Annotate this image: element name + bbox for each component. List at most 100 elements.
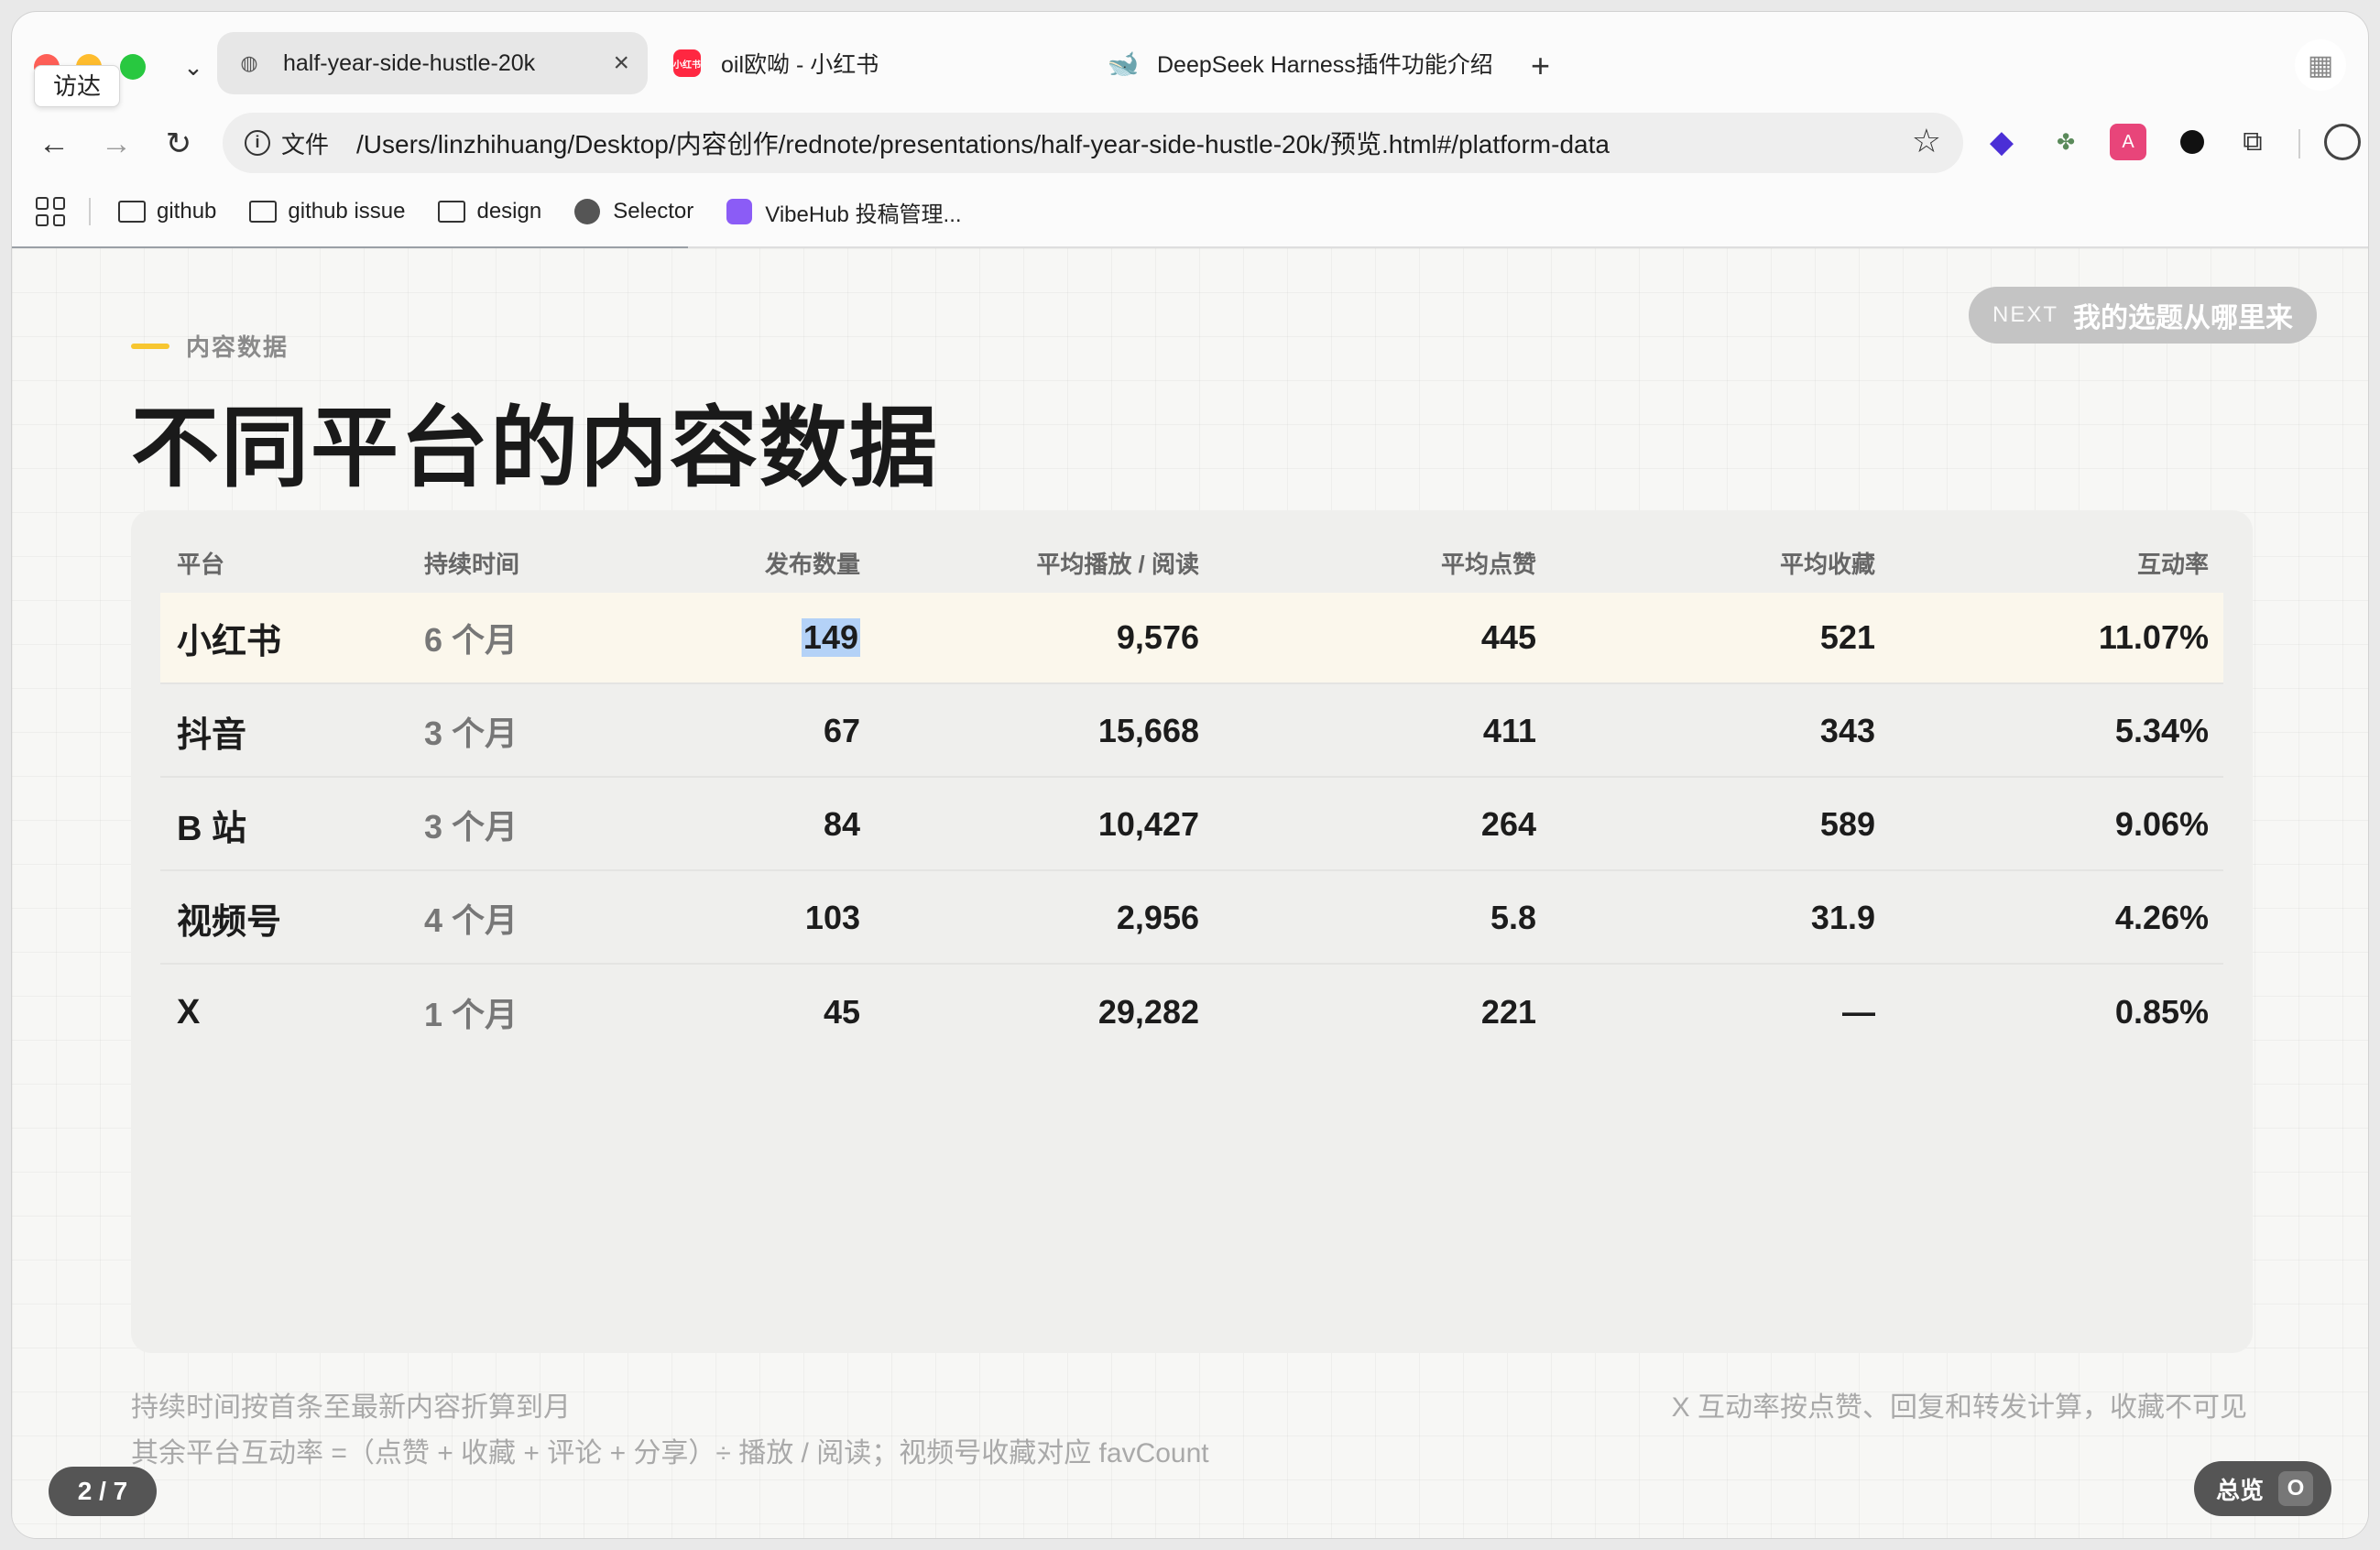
tab-deepseek-harness[interactable]: 🐋 DeepSeek Harness插件功能介绍 - [1091, 32, 1512, 94]
bookmark-selector[interactable]: Selector [574, 199, 693, 224]
zoom-window-button[interactable] [120, 54, 146, 80]
xiaohongshu-icon: 小红书 [673, 49, 701, 77]
bookmark-star-icon[interactable]: ☆ [1912, 122, 1941, 160]
tab-title: DeepSeek Harness插件功能介绍 - [1157, 52, 1494, 78]
cell-likes: 5.8 [1490, 899, 1536, 936]
header-platform: 平台 [177, 550, 225, 578]
table-row: 小红书 6 个月 149 9,576 445 521 11.07% [160, 593, 2223, 684]
next-slide-button[interactable]: NEXT 我的选题从哪里来 [1968, 287, 2317, 344]
header-posts: 发布数量 [764, 550, 860, 578]
header-rate: 互动率 [2136, 550, 2209, 578]
header-views: 平均播放 / 阅读 [1036, 550, 1199, 578]
bookmark-github-issue[interactable]: github issue [249, 199, 405, 224]
globe-icon [574, 199, 601, 224]
finder-tooltip: 访达 [34, 65, 121, 107]
extensions-puzzle-icon[interactable]: ⧉ [2234, 124, 2271, 160]
cell-saves: 343 [1819, 712, 1875, 749]
address-bar[interactable]: i 文件 /Users/linzhihuang/Desktop/内容创作/red… [223, 113, 1963, 173]
bookmark-label: github issue [288, 199, 406, 224]
extension-puzzle-green-icon[interactable]: ✤ [2047, 124, 2084, 160]
cell-saves: 31.9 [1810, 899, 1875, 936]
cell-duration: 3 个月 [424, 715, 519, 752]
slide: 内容数据 不同平台的内容数据 NEXT 我的选题从哪里来 平台 持续时间 发布数… [12, 248, 2368, 1538]
folder-icon [118, 201, 146, 223]
table-row: 视频号 4 个月 103 2,956 5.8 31.9 4.26% [160, 873, 2223, 965]
cell-rate: 9.06% [2114, 805, 2209, 843]
folder-icon [249, 201, 278, 223]
overview-button[interactable]: 总览 O [2193, 1461, 2331, 1516]
page-title: 不同平台的内容数据 [131, 399, 939, 497]
bookmark-label: Selector [613, 199, 694, 224]
section-eyebrow: 内容数据 [131, 329, 289, 363]
overview-label: 总览 [2215, 1476, 2264, 1504]
cell-views: 2,956 [1116, 899, 1199, 936]
bookmark-label: design [476, 199, 542, 224]
footnote-duration: 持续时间按首条至最新内容折算到月 [131, 1392, 571, 1423]
cell-posts: 149 [801, 593, 860, 682]
tab-half-year-side-hustle[interactable]: ◍ half-year-side-hustle-20k × [217, 32, 648, 94]
extension-diamond-icon[interactable]: ◆ [1983, 124, 2020, 160]
bookmark-vibehub[interactable]: VibeHub 投稿管理... [726, 196, 962, 228]
tab-search-chevron-down-icon[interactable]: ⌄ [175, 49, 212, 85]
cell-views: 15,668 [1097, 712, 1199, 749]
toolbar-divider [2298, 129, 2300, 158]
bookmark-label: github [157, 199, 217, 224]
table-row: 抖音 3 个月 67 15,668 411 343 5.34% [160, 686, 2223, 778]
header-duration: 持续时间 [424, 550, 520, 578]
cell-likes: 411 [1482, 712, 1536, 749]
platform-data-table: 平台 持续时间 发布数量 平均播放 / 阅读 平均点赞 平均收藏 互动率 小红书… [131, 510, 2253, 1353]
selected-text[interactable]: 149 [801, 618, 860, 657]
cell-rate: 4.26% [2114, 899, 2209, 936]
cell-views: 9,576 [1116, 618, 1199, 656]
cell-rate: 0.85% [2114, 993, 2209, 1031]
table-header: 平台 持续时间 发布数量 平均播放 / 阅读 平均点赞 平均收藏 互动率 [160, 538, 2223, 587]
eyebrow-accent-bar [131, 343, 169, 349]
apps-grid-icon[interactable] [36, 197, 65, 226]
bookmark-design[interactable]: design [438, 199, 541, 224]
header-likes: 平均点赞 [1440, 550, 1536, 578]
tab-title: half-year-side-hustle-20k [283, 49, 536, 76]
cell-posts: 103 [804, 899, 860, 936]
tab-xiaohongshu[interactable]: 小红书 oil欧呦 - 小红书 [655, 32, 1058, 94]
bookmark-label: VibeHub 投稿管理... [765, 202, 962, 227]
new-tab-plus-icon[interactable]: + [1531, 47, 1550, 85]
toolbar: ← → ↻ i 文件 /Users/linzhihuang/Desktop/内容… [12, 109, 2368, 179]
extension-translate-icon[interactable]: A [2110, 124, 2146, 160]
url-text[interactable]: /Users/linzhihuang/Desktop/内容创作/rednote/… [356, 125, 1610, 161]
cell-duration: 6 个月 [424, 621, 519, 659]
cell-views: 29,282 [1097, 993, 1199, 1031]
eyebrow-label: 内容数据 [186, 333, 289, 361]
deepseek-icon: 🐋 [1107, 49, 1140, 78]
bookmarks-divider [89, 198, 91, 225]
globe-icon: ◍ [240, 51, 258, 74]
tab-strip: 访达 ⌄ ◍ half-year-side-hustle-20k × 小红书 o… [12, 12, 2368, 107]
cell-platform: 小红书 [177, 622, 282, 661]
overview-shortcut-key: O [2278, 1471, 2313, 1506]
table-row: B 站 3 个月 84 10,427 264 589 9.06% [160, 780, 2223, 871]
cell-duration: 4 个月 [424, 901, 519, 939]
cell-rate: 5.34% [2114, 712, 2209, 749]
forward-arrow-icon[interactable]: → [94, 122, 138, 166]
vibehub-icon [726, 199, 753, 224]
header-saves: 平均收藏 [1779, 550, 1875, 578]
back-arrow-icon[interactable]: ← [32, 122, 76, 166]
cell-saves: 521 [1819, 618, 1875, 656]
table-row: X 1 个月 45 29,282 221 — 0.85% [160, 966, 2223, 1058]
cell-likes: 264 [1480, 805, 1536, 843]
cell-likes: 445 [1480, 618, 1536, 656]
next-label: 我的选题从哪里来 [2073, 303, 2293, 333]
reload-icon[interactable]: ↻ [157, 122, 201, 166]
profile-avatar-icon[interactable] [2324, 124, 2361, 160]
cell-duration: 3 个月 [424, 808, 519, 846]
bookmark-github[interactable]: github [118, 199, 216, 224]
cell-platform: 抖音 [177, 715, 247, 755]
bookmarks-bar: github github issue design Selector Vibe… [12, 186, 2368, 237]
extension-dark-circle-icon[interactable] [2174, 124, 2211, 160]
cell-posts: 45 [823, 993, 860, 1031]
slide-pager: 2 / 7 [49, 1467, 157, 1516]
close-tab-icon[interactable]: × [613, 48, 629, 79]
site-info-icon[interactable]: i [245, 130, 270, 156]
window-grid-icon[interactable]: ▦ [2295, 39, 2346, 91]
cell-posts: 84 [823, 805, 860, 843]
cell-rate: 11.07% [2098, 618, 2209, 656]
